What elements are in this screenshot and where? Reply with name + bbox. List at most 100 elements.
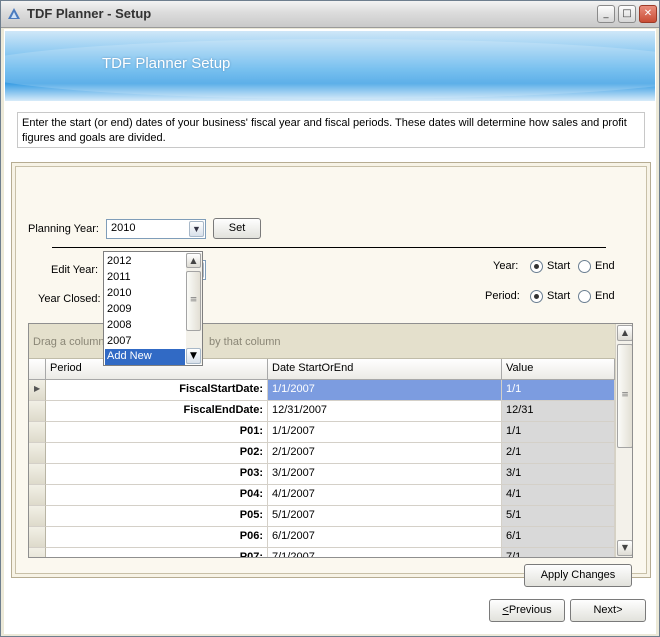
close-button[interactable]: ✕	[639, 5, 657, 23]
row-pointer-icon[interactable]: ▶	[29, 380, 46, 401]
list-item[interactable]: 2010	[105, 286, 185, 302]
row-selector[interactable]	[29, 464, 46, 485]
list-item[interactable]: 2012	[105, 254, 185, 270]
year-end-label: End	[595, 260, 615, 272]
column-header-value[interactable]: Value	[502, 359, 615, 380]
date-cell[interactable]: 5/1/2007	[268, 506, 502, 527]
year-start-label: Start	[547, 260, 571, 272]
row-selector[interactable]	[29, 443, 46, 464]
group-hint-right: by that column	[209, 336, 281, 348]
period-cell: P07:	[46, 548, 268, 557]
row-selector[interactable]	[29, 527, 46, 548]
period-end-label: End	[595, 290, 615, 302]
window-title: TDF Planner - Setup	[27, 6, 152, 21]
table-row[interactable]: P03: 3/1/2007 3/1	[29, 464, 615, 485]
date-cell[interactable]: 12/31/2007	[268, 401, 502, 422]
period-cell: FiscalStartDate:	[46, 380, 268, 401]
title-bar[interactable]: TDF Planner - Setup _ □ ✕	[1, 1, 659, 28]
table-row[interactable]: P01: 1/1/2007 1/1	[29, 422, 615, 443]
set-button[interactable]: Set	[213, 218, 261, 239]
arrow-up-icon[interactable]: ▲	[186, 253, 201, 268]
value-cell: 2/1	[502, 443, 615, 464]
period-start-label: Start	[547, 290, 571, 302]
period-label: Period:	[485, 290, 520, 302]
value-cell: 12/31	[502, 401, 615, 422]
period-cell: P06:	[46, 527, 268, 548]
period-cell: P05:	[46, 506, 268, 527]
period-start-radio[interactable]	[530, 290, 543, 303]
table-row[interactable]: P04: 4/1/2007 4/1	[29, 485, 615, 506]
banner-title: TDF Planner Setup	[102, 55, 231, 72]
row-selector[interactable]	[29, 548, 46, 557]
date-cell[interactable]: 6/1/2007	[268, 527, 502, 548]
planning-year-value: 2010	[111, 222, 136, 234]
row-selector[interactable]	[29, 485, 46, 506]
planning-year-combo[interactable]: 2010 ▼	[106, 219, 206, 239]
value-cell: 1/1	[502, 422, 615, 443]
apply-changes-button[interactable]: Apply Changes	[524, 564, 632, 587]
chevron-down-icon[interactable]: ▼	[189, 221, 204, 237]
edit-year-dropdown-list[interactable]: 2012 2011 2010 2009 2008 2007 Add New ▲ …	[103, 251, 203, 366]
previous-label: Previous	[508, 604, 552, 616]
planning-year-label: Planning Year:	[28, 223, 99, 235]
tdf-planner-icon	[8, 8, 20, 19]
instructions-text: Enter the start (or end) dates of your b…	[17, 112, 645, 148]
date-cell[interactable]: 2/1/2007	[268, 443, 502, 464]
arrow-up-icon[interactable]: ▲	[617, 325, 632, 341]
scrollbar-thumb[interactable]: ≡	[186, 271, 201, 331]
next-label: Next	[593, 604, 617, 616]
chevron-down-icon[interactable]: ▼	[186, 348, 201, 364]
next-button[interactable]: Next>	[570, 599, 646, 622]
maximize-button[interactable]: □	[618, 5, 636, 23]
client-area: TDF Planner Setup Enter the start (or en…	[4, 29, 656, 634]
setup-window: TDF Planner - Setup _ □ ✕ TDF Planner Se…	[0, 0, 660, 637]
table-row[interactable]: ▶ FiscalStartDate: 1/1/2007 1/1	[29, 380, 615, 401]
minimize-button[interactable]: _	[597, 5, 615, 23]
list-item[interactable]: 2011	[105, 270, 185, 286]
value-cell: 3/1	[502, 464, 615, 485]
arrow-down-icon[interactable]: ▼	[617, 540, 632, 556]
table-row[interactable]: P05: 5/1/2007 5/1	[29, 506, 615, 527]
setup-panel: Planning Year: 2010 ▼ Set Edit Year: 200…	[11, 162, 651, 587]
list-item-add-new[interactable]: Add New	[105, 349, 185, 365]
period-end-radio[interactable]	[578, 290, 591, 303]
date-cell[interactable]: 3/1/2007	[268, 464, 502, 485]
value-cell: 1/1	[502, 380, 615, 401]
period-cell: FiscalEndDate:	[46, 401, 268, 422]
edit-year-label: Edit Year:	[51, 264, 99, 276]
row-selector[interactable]	[29, 506, 46, 527]
date-cell[interactable]: 1/1/2007	[268, 380, 502, 401]
period-cell: P02:	[46, 443, 268, 464]
table-row[interactable]: P02: 2/1/2007 2/1	[29, 443, 615, 464]
previous-button[interactable]: <Previous	[489, 599, 565, 622]
value-cell: 5/1	[502, 506, 615, 527]
year-closed-label: Year Closed:	[38, 293, 101, 305]
setup-panel-inner: Planning Year: 2010 ▼ Set Edit Year: 200…	[15, 166, 647, 587]
row-selector-header	[29, 359, 46, 380]
date-cell[interactable]: 1/1/2007	[268, 422, 502, 443]
date-cell[interactable]: 4/1/2007	[268, 485, 502, 506]
year-label: Year:	[493, 260, 519, 272]
year-end-radio[interactable]	[578, 260, 591, 273]
list-item[interactable]: 2009	[105, 302, 185, 318]
column-header-date[interactable]: Date StartOrEnd	[268, 359, 502, 380]
period-cell: P03:	[46, 464, 268, 485]
list-item[interactable]: 2007	[105, 334, 185, 350]
scrollbar-thumb[interactable]: ≡	[617, 344, 632, 448]
group-hint-left: Drag a column h	[33, 336, 114, 348]
grid-vertical-scrollbar[interactable]: ▲ ≡ ▼	[615, 324, 632, 557]
year-start-radio[interactable]	[530, 260, 543, 273]
header-banner: TDF Planner Setup	[5, 31, 655, 101]
period-cell: P04:	[46, 485, 268, 506]
date-cell[interactable]: 7/1/2007	[268, 548, 502, 557]
table-row[interactable]: FiscalEndDate: 12/31/2007 12/31	[29, 401, 615, 422]
table-row[interactable]: P07: 7/1/2007 7/1	[29, 548, 615, 557]
list-item[interactable]: 2008	[105, 318, 185, 334]
divider	[52, 247, 606, 248]
value-cell: 6/1	[502, 527, 615, 548]
value-cell: 4/1	[502, 485, 615, 506]
row-selector[interactable]	[29, 422, 46, 443]
period-cell: P01:	[46, 422, 268, 443]
row-selector[interactable]	[29, 401, 46, 422]
table-row[interactable]: P06: 6/1/2007 6/1	[29, 527, 615, 548]
